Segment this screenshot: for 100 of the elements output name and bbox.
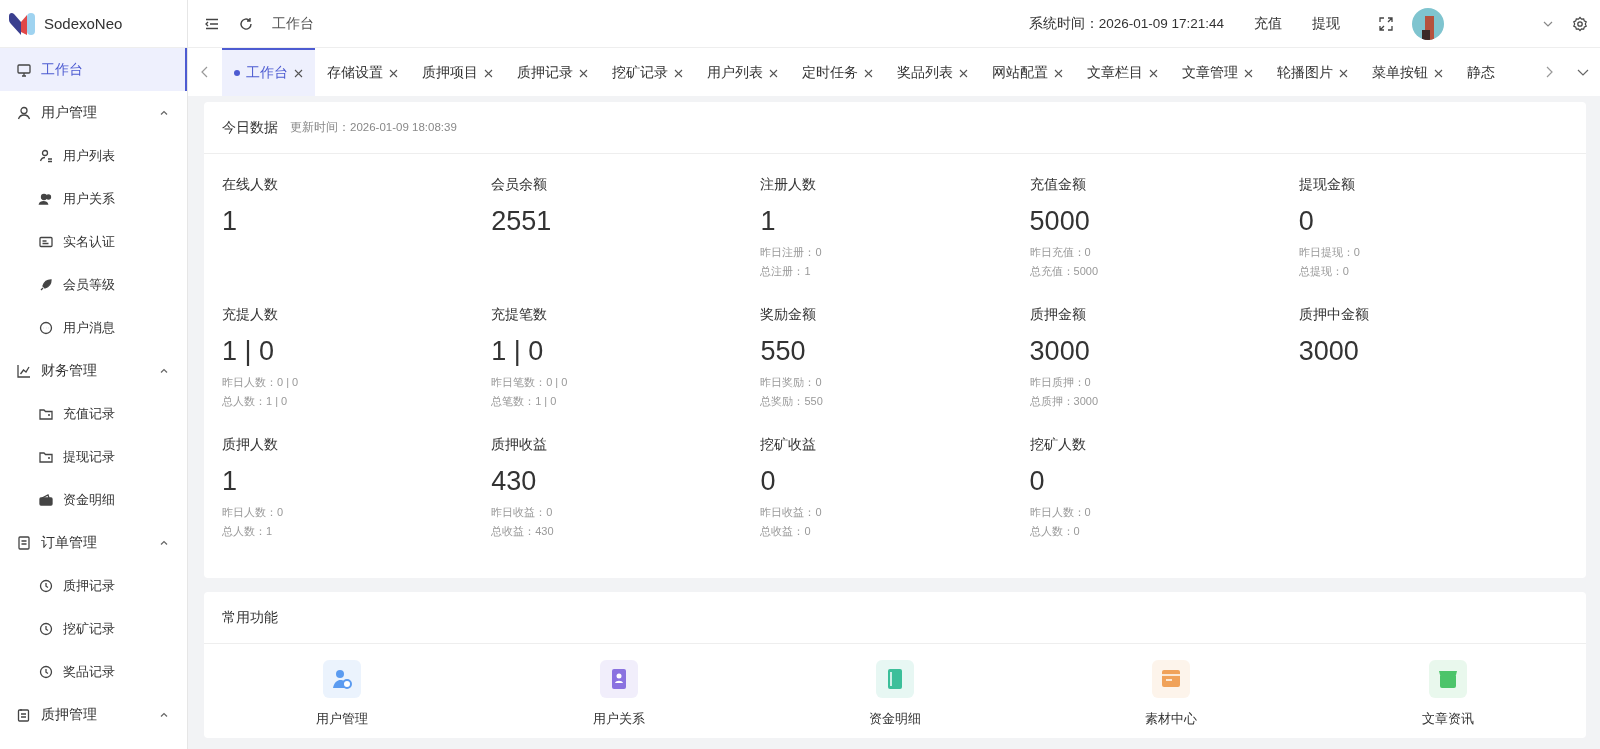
stat-label: 提现金额 — [1298, 176, 1355, 194]
close-icon[interactable] — [1054, 68, 1063, 78]
close-icon[interactable] — [1434, 68, 1443, 78]
tab[interactable]: 工作台 — [222, 48, 315, 96]
shortcut-item[interactable]: 文章资讯 — [1309, 660, 1586, 728]
settings-icon[interactable] — [1572, 15, 1588, 32]
stat-note: 昨日笔数：0 | 0 — [491, 375, 568, 390]
stat-note: 总人数：1 — [222, 524, 273, 539]
stat-value: 3000 — [1298, 336, 1359, 367]
brand-name: SodexoNeo — [44, 15, 123, 32]
stat-value: 1 | 0 — [222, 336, 275, 367]
stat-note: 昨日收益：0 — [491, 505, 553, 520]
stat-note: 昨日充值：0 — [1029, 245, 1091, 260]
active-dot — [234, 70, 240, 76]
stat-value: 0 — [1029, 466, 1045, 497]
close-icon[interactable] — [769, 68, 778, 78]
sidebar-item[interactable]: 订单管理 — [0, 521, 187, 564]
wallet-icon — [38, 491, 54, 508]
shortcut-item[interactable]: 用户关系 — [480, 660, 757, 728]
stat-note: 昨日质押：0 — [1029, 375, 1091, 390]
logo-icon — [8, 11, 36, 36]
stat-label: 充提人数 — [222, 306, 278, 324]
sidebar-item[interactable]: 充值记录 — [0, 392, 187, 435]
sidebar-item[interactable]: 提现记录 — [0, 435, 187, 478]
close-icon[interactable] — [959, 68, 968, 78]
sidebar-item[interactable]: 用户关系 — [0, 177, 187, 220]
shortcut-item[interactable]: 用户管理 — [204, 660, 481, 728]
refresh-icon[interactable] — [238, 15, 254, 32]
close-icon[interactable] — [579, 68, 588, 78]
sidebar-item[interactable]: 用户列表 — [0, 134, 187, 177]
stat-label: 质押金额 — [1029, 306, 1086, 324]
clock-icon — [38, 620, 54, 637]
sidebar-item[interactable]: 用户消息 — [0, 306, 187, 349]
stat-note: 昨日人数：0 | 0 — [222, 375, 299, 390]
stat-value: 0 — [1298, 206, 1314, 237]
stat-label: 挖矿收益 — [760, 436, 817, 454]
stat-note: 总注册：1 — [760, 264, 811, 279]
stat-note: 昨日人数：0 — [1029, 505, 1091, 520]
monitor-icon — [16, 61, 32, 78]
clock-icon — [38, 663, 54, 680]
stat-note: 总人数：1 | 0 — [222, 394, 288, 409]
close-icon[interactable] — [294, 68, 303, 78]
close-icon[interactable] — [389, 68, 398, 78]
system-time: 系统时间：2026-01-09 17:21:44 — [1028, 14, 1224, 33]
card-title: 今日数据 — [222, 118, 278, 137]
sidebar-item[interactable]: 会员等级 — [0, 263, 187, 306]
stat-label: 奖励金额 — [760, 306, 817, 324]
stat-note: 总收益：430 — [491, 524, 554, 539]
close-icon[interactable] — [1149, 68, 1158, 78]
chevron-down-icon[interactable] — [1577, 67, 1589, 77]
stat-value: 0 — [760, 466, 776, 497]
chevron-left-icon[interactable] — [200, 66, 210, 78]
stat-note: 总人数：0 — [1029, 524, 1080, 539]
sidebar-item[interactable]: 用户管理 — [0, 91, 187, 134]
shortcut-item[interactable]: 素材中心 — [1033, 660, 1310, 728]
header-link[interactable]: 提现 — [1312, 14, 1340, 33]
stat-label: 充值金额 — [1029, 176, 1086, 194]
stat-value: 1 | 0 — [491, 336, 544, 367]
stat-value: 550 — [760, 336, 806, 367]
stat-label: 挖矿人数 — [1029, 436, 1086, 454]
fullscreen-icon[interactable] — [1378, 15, 1394, 32]
sidebar-item[interactable]: 质押记录 — [0, 564, 187, 607]
stat-value: 1 — [760, 206, 776, 237]
stat-label: 充提笔数 — [491, 306, 548, 324]
stat-label: 质押人数 — [222, 436, 278, 454]
user-gear-icon — [323, 660, 362, 698]
stat-note: 昨日提现：0 — [1298, 245, 1360, 260]
sidebar-item[interactable]: 资金明细 — [0, 478, 187, 521]
close-icon[interactable] — [1339, 68, 1348, 78]
shortcut-item[interactable]: 资金明细 — [756, 660, 1034, 728]
sidebar-item[interactable]: 工作台 — [0, 48, 187, 91]
sidebar-item[interactable]: 挖矿记录 — [0, 607, 187, 650]
sidebar-item[interactable]: 实名认证 — [0, 220, 187, 263]
stat-label: 在线人数 — [222, 176, 278, 194]
chevron-right-icon[interactable] — [1544, 66, 1554, 78]
stat-note: 总充值：5000 — [1029, 264, 1099, 279]
sidebar-item[interactable]: 财务管理 — [0, 349, 187, 392]
sidebar-item[interactable]: 质押管理 — [0, 693, 187, 736]
stat-note: 昨日人数：0 — [222, 505, 284, 520]
stat-value: 430 — [491, 466, 537, 497]
doc-icon — [16, 534, 32, 551]
sidebar-item[interactable]: 奖品记录 — [0, 650, 187, 693]
close-icon[interactable] — [1244, 68, 1253, 78]
doc2-icon — [16, 706, 32, 723]
stat-value: 1 — [222, 466, 238, 497]
stat-note: 总质押：3000 — [1029, 394, 1099, 409]
stat-label: 质押中金额 — [1298, 306, 1369, 324]
breadcrumb: 工作台 — [272, 14, 315, 33]
card-title: 常用功能 — [222, 608, 278, 627]
stat-note: 总笔数：1 | 0 — [491, 394, 557, 409]
contact-icon — [599, 660, 638, 698]
close-icon[interactable] — [484, 68, 493, 78]
user-list-icon — [38, 147, 54, 164]
user-icon — [16, 104, 32, 121]
close-icon[interactable] — [674, 68, 683, 78]
stat-note: 昨日收益：0 — [760, 505, 822, 520]
avatar[interactable] — [1412, 7, 1444, 40]
header-link[interactable]: 充值 — [1254, 14, 1282, 33]
close-icon[interactable] — [864, 68, 873, 78]
stat-note: 总提现：0 — [1298, 264, 1349, 279]
